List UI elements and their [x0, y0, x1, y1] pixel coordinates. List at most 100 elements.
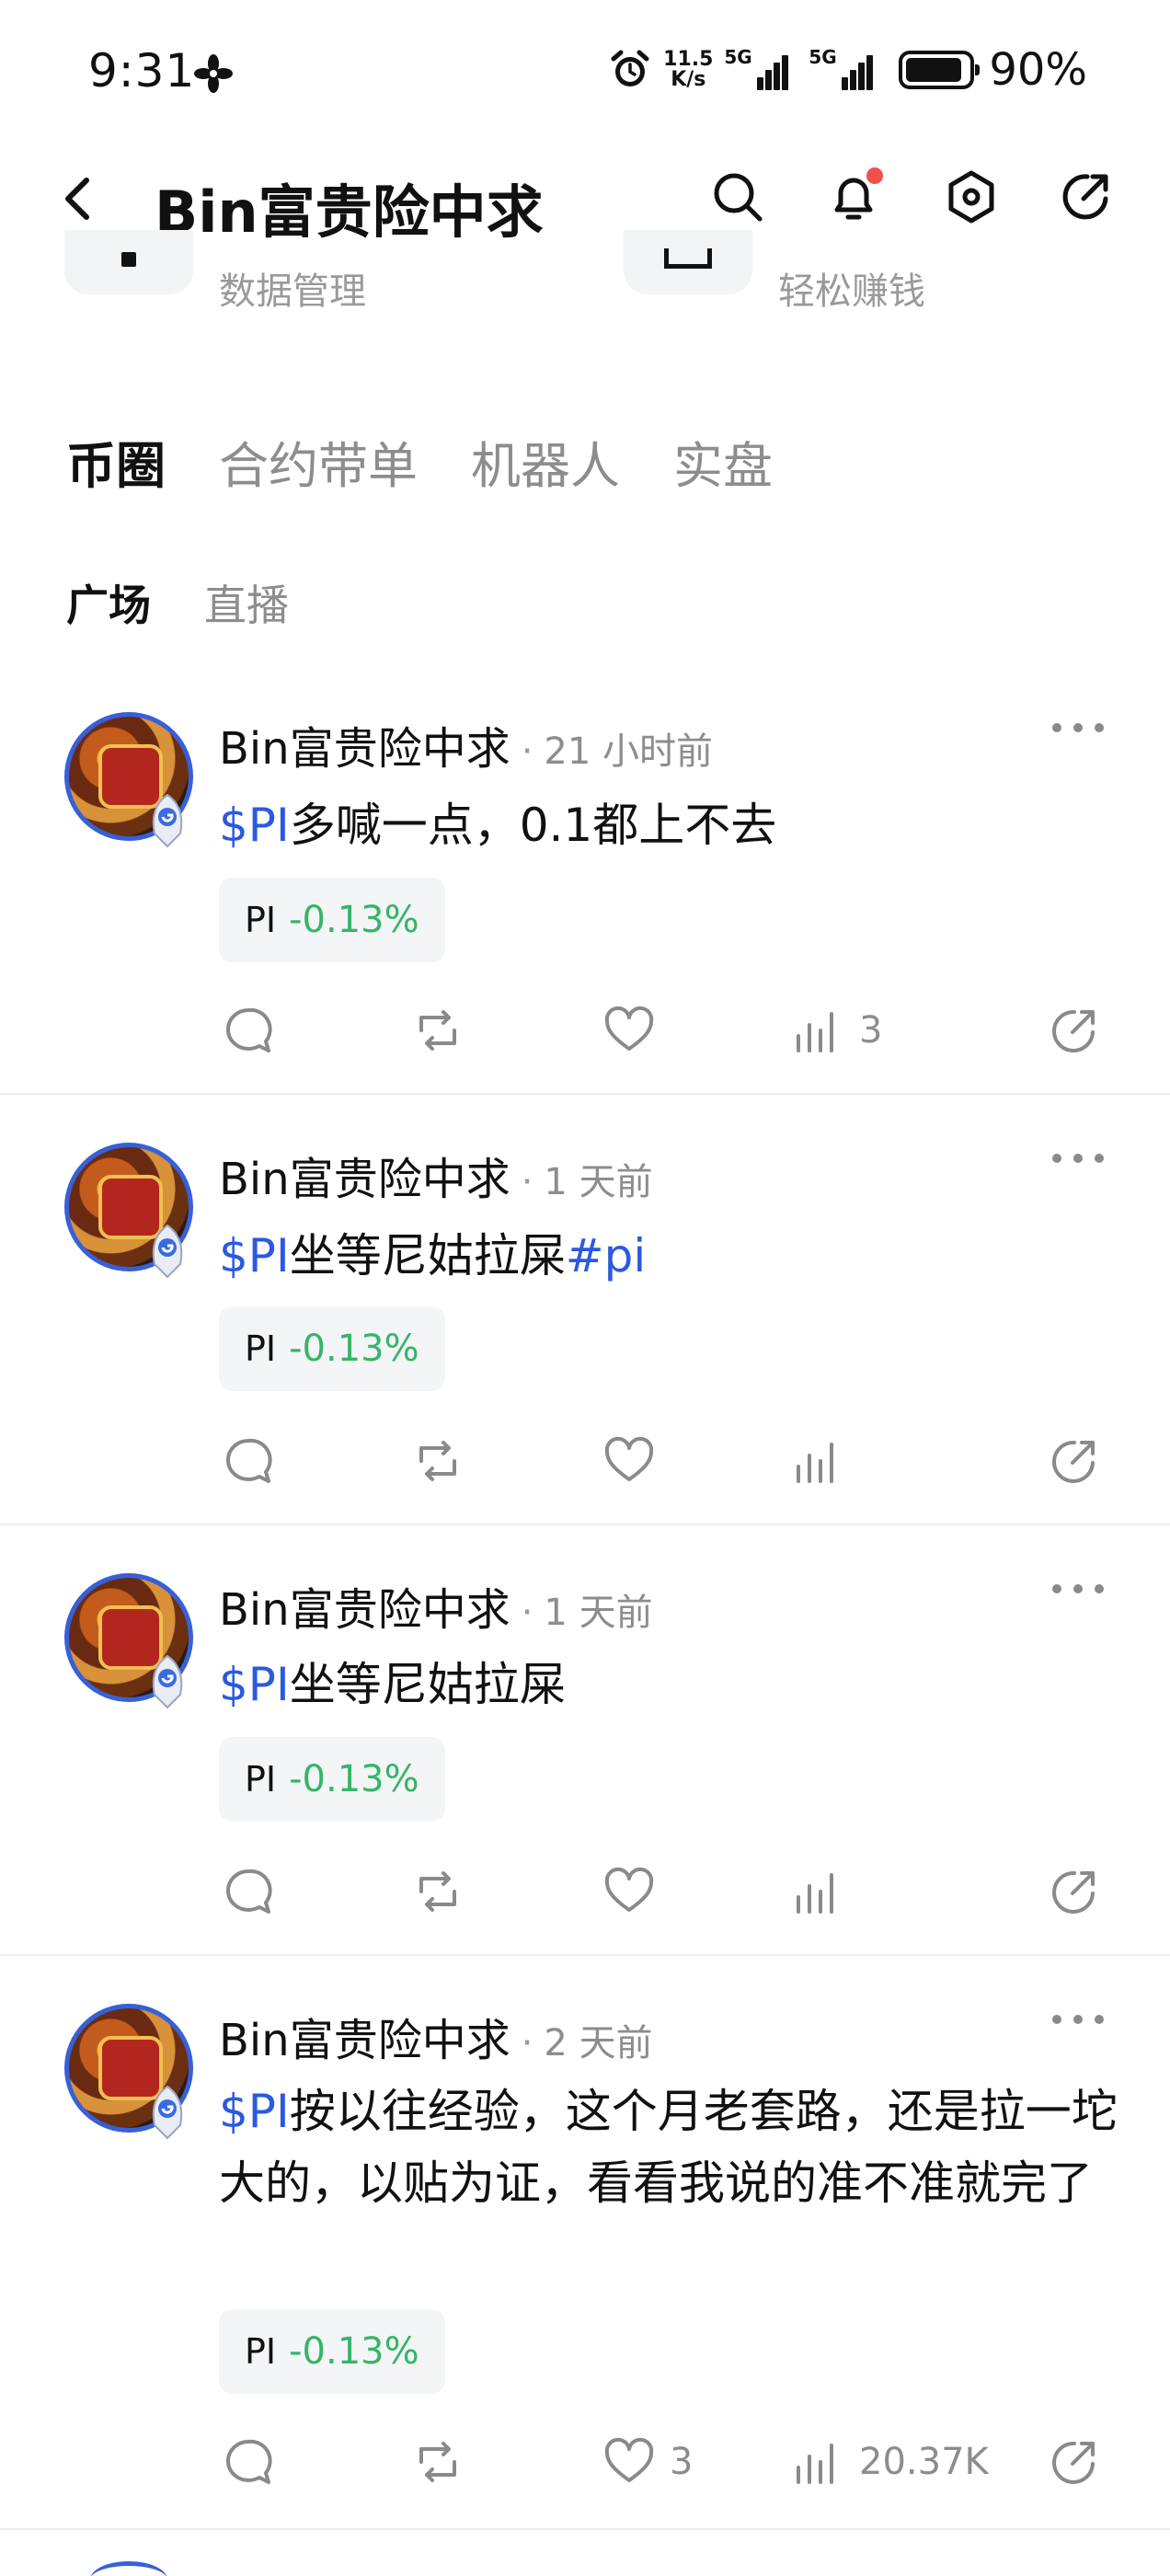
- network-speed-unit: K/s: [671, 68, 706, 91]
- heart-icon: [604, 2437, 654, 2482]
- battery-percent: 90%: [989, 44, 1087, 96]
- tab-bots[interactable]: 机器人: [471, 425, 620, 498]
- author-name[interactable]: Bin富贵险中求: [219, 1584, 510, 1636]
- repost-button[interactable]: [410, 1001, 465, 1060]
- author-name[interactable]: Bin富贵险中求: [219, 723, 510, 775]
- share-icon: [1052, 2441, 1095, 2484]
- coin-chip[interactable]: PI -0.13%: [219, 878, 445, 962]
- signal-icon-sim2: 5G: [809, 46, 884, 90]
- coin-chip[interactable]: PI -0.13%: [219, 2309, 445, 2394]
- share-icon: [1052, 1009, 1095, 1052]
- post-text: $PI多喊一点，0.1都上不去: [219, 789, 1120, 861]
- back-arrow-icon[interactable]: [59, 173, 96, 224]
- coin-change: -0.13%: [289, 2330, 419, 2373]
- like-button[interactable]: 3: [602, 2432, 693, 2491]
- next-post-avatar[interactable]: [90, 2561, 167, 2576]
- post-actions: [0, 1432, 1170, 1490]
- share-button[interactable]: [1047, 1432, 1102, 1490]
- like-button[interactable]: [602, 1001, 670, 1060]
- notification-dot: [866, 167, 883, 184]
- hexagon-settings-icon[interactable]: [942, 167, 1001, 226]
- post-card[interactable]: Bin富贵险中求 · 1 天前 $PI坐等尼姑拉屎 PI -0.13%: [0, 1573, 1170, 1956]
- like-button[interactable]: [602, 1432, 670, 1490]
- like-button[interactable]: [602, 1862, 670, 1921]
- coin-symbol: PI: [245, 900, 277, 940]
- coin-tag[interactable]: $PI: [219, 1658, 290, 1711]
- share-icon[interactable]: [1056, 167, 1115, 226]
- repost-icon: [419, 1871, 456, 1912]
- subtab-live[interactable]: 直播: [204, 572, 289, 633]
- post-header: Bin富贵险中求 · 1 天前: [219, 1154, 653, 1205]
- share-button[interactable]: [1047, 2432, 1102, 2491]
- views-indicator[interactable]: [791, 1432, 859, 1490]
- coin-tag[interactable]: $PI: [219, 799, 290, 852]
- hashtag[interactable]: #pi: [566, 1229, 647, 1282]
- post-actions: [0, 1862, 1170, 1921]
- share-button[interactable]: [1047, 1001, 1102, 1060]
- post-body: 坐等尼姑拉屎: [289, 1229, 566, 1282]
- more-dots-icon[interactable]: [1052, 1584, 1104, 1603]
- post-body: 多喊一点，0.1都上不去: [289, 799, 777, 852]
- post-header: Bin富贵险中求 · 21 小时前: [219, 723, 714, 775]
- comment-icon: [226, 1007, 272, 1052]
- sim2-label: 5G: [809, 46, 837, 68]
- repost-button[interactable]: [410, 2432, 465, 2491]
- bar-chart-icon: [797, 1443, 833, 1483]
- author-name[interactable]: Bin富贵险中求: [219, 1154, 510, 1205]
- tab-live-trading[interactable]: 实盘: [673, 425, 773, 498]
- heart-icon: [604, 1436, 654, 1481]
- status-time: 9:31: [88, 44, 196, 98]
- coin-tag[interactable]: $PI: [219, 2085, 290, 2138]
- network-speed-value: 11.5: [663, 48, 714, 71]
- post-card[interactable]: Bin富贵险中求 · 21 小时前 $PI多喊一点，0.1都上不去 PI -0.13…: [0, 712, 1170, 1095]
- view-count: 20.37K: [859, 2441, 989, 2483]
- post-card[interactable]: Bin富贵险中求 · 2 天前 $PI按以往经验，这个月老套路，还是拉一坨大的，以贴…: [0, 2004, 1170, 2530]
- post-time: 1 天前: [544, 1592, 653, 1634]
- status-bar: 9:31 11.5 K/s 5G 5G 90%: [0, 0, 1170, 147]
- more-dots-icon[interactable]: [1052, 2015, 1104, 2033]
- category-tabs: 币圈 合约带单 机器人 实盘: [66, 425, 773, 498]
- views-indicator[interactable]: [791, 1862, 859, 1921]
- subtab-square[interactable]: 广场: [66, 572, 151, 633]
- comment-button[interactable]: [221, 1432, 276, 1490]
- post-header: Bin富贵险中求 · 2 天前: [219, 2015, 653, 2066]
- quick-item-label: 数据管理: [219, 270, 366, 313]
- post-time: 21 小时前: [544, 730, 714, 773]
- bar-chart-icon: [797, 2444, 833, 2484]
- more-dots-icon[interactable]: [1052, 723, 1104, 742]
- coin-change: -0.13%: [289, 899, 419, 941]
- comment-button[interactable]: [221, 1001, 276, 1060]
- fan-icon: [194, 54, 233, 93]
- sim1-label: 5G: [724, 46, 752, 68]
- coin-change: -0.13%: [289, 1328, 419, 1370]
- post-text: $PI按以往经验，这个月老套路，还是拉一坨大的，以贴为证，看看我说的准不准就完了: [219, 2076, 1120, 2219]
- page-title: Bin富贵险中求: [155, 178, 544, 246]
- comment-button[interactable]: [221, 1862, 276, 1921]
- tab-crypto[interactable]: 币圈: [66, 425, 166, 498]
- repost-button[interactable]: [410, 1432, 465, 1490]
- repost-icon: [419, 1441, 456, 1481]
- views-indicator[interactable]: 3: [791, 1001, 882, 1060]
- search-icon[interactable]: [708, 167, 767, 226]
- views-indicator[interactable]: 20.37K: [791, 2432, 989, 2491]
- post-text: $PI坐等尼姑拉屎#pi: [219, 1220, 1120, 1292]
- coin-symbol: PI: [245, 2331, 277, 2372]
- quick-item-label: 轻松赚钱: [778, 270, 925, 313]
- post-header: Bin富贵险中求 · 1 天前: [219, 1584, 653, 1636]
- post-text: $PI坐等尼姑拉屎: [219, 1649, 1120, 1720]
- tab-copy-trading[interactable]: 合约带单: [219, 425, 418, 498]
- network-speed: 11.5 K/s: [661, 50, 715, 90]
- post-card[interactable]: Bin富贵险中求 · 1 天前 $PI坐等尼姑拉屎#pi PI -0.13%: [0, 1143, 1170, 1525]
- signal-icon-sim1: 5G: [724, 46, 799, 90]
- share-button[interactable]: [1047, 1862, 1102, 1921]
- verified-badge-icon: [152, 1654, 183, 1709]
- author-name[interactable]: Bin富贵险中求: [219, 2015, 510, 2066]
- more-dots-icon[interactable]: [1052, 1154, 1104, 1172]
- comment-button[interactable]: [221, 2432, 276, 2491]
- coin-chip[interactable]: PI -0.13%: [219, 1737, 445, 1822]
- share-icon: [1052, 1440, 1095, 1483]
- coin-chip[interactable]: PI -0.13%: [219, 1306, 445, 1391]
- coin-tag[interactable]: $PI: [219, 1229, 290, 1282]
- bar-chart-icon: [797, 1873, 833, 1914]
- repost-button[interactable]: [410, 1862, 465, 1921]
